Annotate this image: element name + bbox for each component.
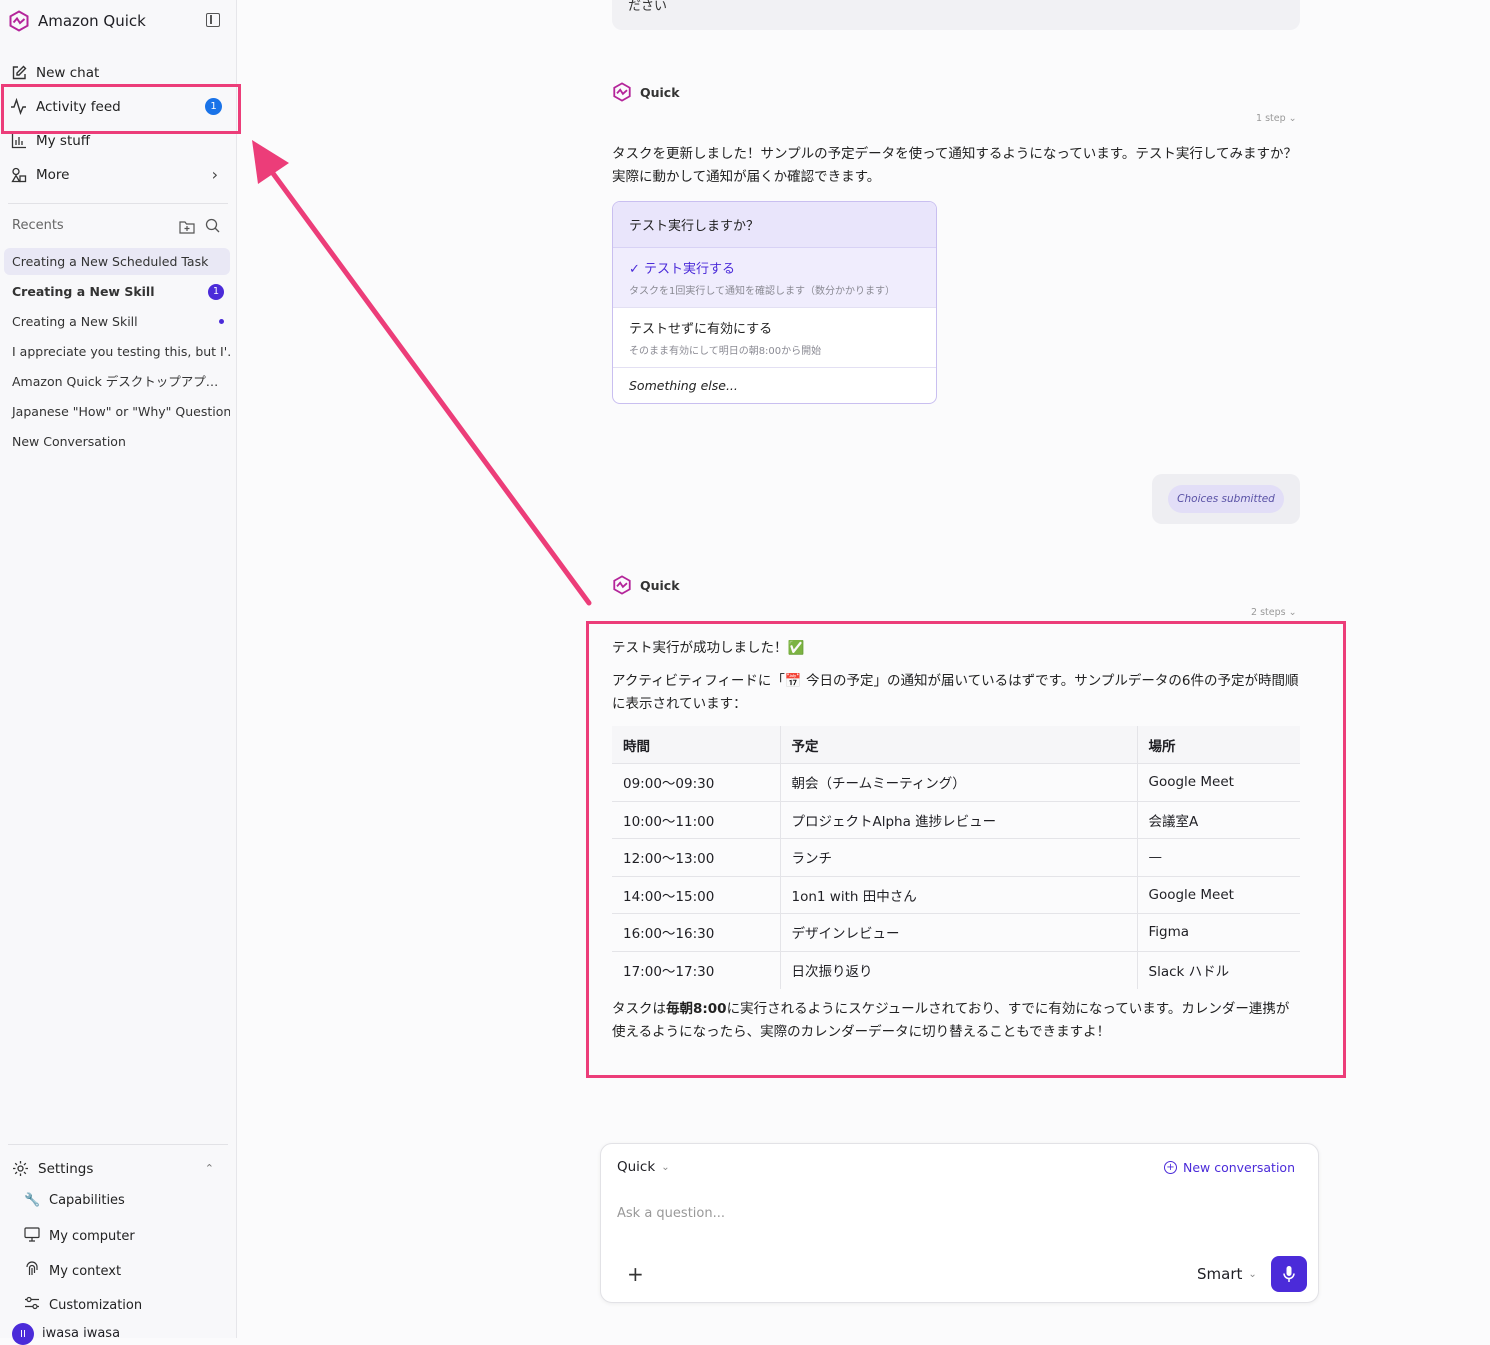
add-attachment-icon[interactable]: + bbox=[627, 1262, 644, 1286]
mode-selector[interactable]: Smart ⌄ bbox=[1197, 1265, 1257, 1283]
new-conversation-button[interactable]: + New conversation bbox=[1163, 1160, 1295, 1175]
chevron-down-icon: ⌄ bbox=[1248, 1268, 1257, 1280]
microphone-icon bbox=[1283, 1266, 1295, 1282]
microphone-button[interactable] bbox=[1271, 1256, 1307, 1292]
chevron-down-icon: ⌄ bbox=[661, 1161, 670, 1173]
plus-circle-icon: + bbox=[1163, 1161, 1177, 1174]
agent-selector[interactable]: Quick ⌄ bbox=[617, 1159, 670, 1175]
question-input[interactable]: Ask a question... bbox=[617, 1206, 1297, 1221]
mode-label: Smart bbox=[1197, 1265, 1243, 1283]
composer: Quick ⌄ + New conversation Ask a questio… bbox=[600, 1143, 1319, 1303]
new-conversation-label: New conversation bbox=[1182, 1160, 1295, 1175]
annotation-arrow bbox=[252, 140, 592, 606]
agent-selector-label: Quick bbox=[617, 1159, 656, 1175]
